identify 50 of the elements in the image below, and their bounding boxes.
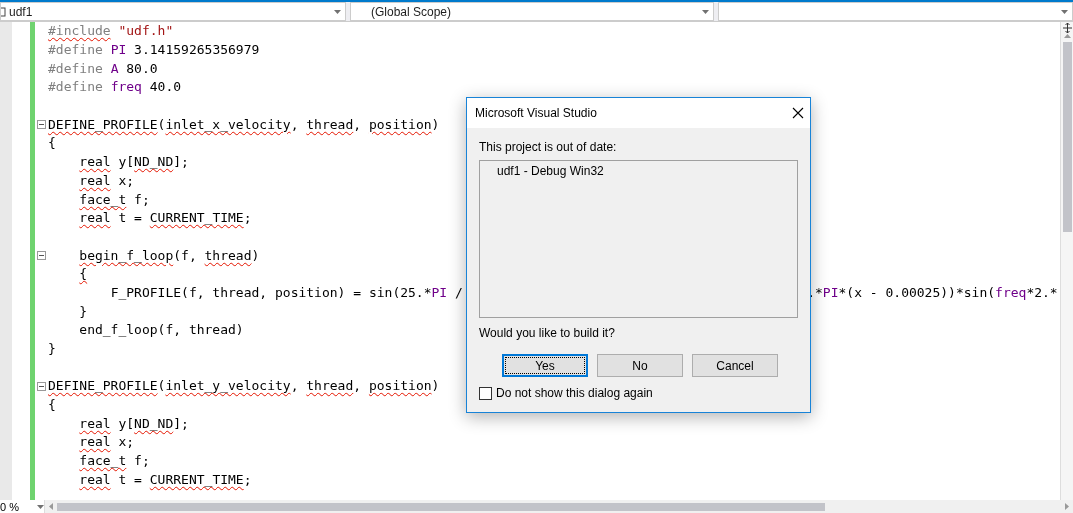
split-icon[interactable] — [1061, 22, 1073, 34]
code-line: real t = CURRENT_TIME; — [78, 209, 252, 228]
code-line: end_f_loop(f, thread) — [78, 321, 244, 340]
caret-icon — [702, 9, 709, 14]
project-dropdown[interactable]: udf1 — [0, 2, 346, 21]
code-line: begin_f_loop(f, thread) — [78, 246, 260, 265]
caret-icon — [37, 504, 44, 509]
collapse-icon[interactable] — [37, 381, 46, 391]
dialog-question: Would you like to build it? — [479, 326, 616, 340]
code-line: real x; — [78, 433, 135, 452]
code-line: real x; — [78, 171, 135, 190]
code-line: DEFINE_PROFILE(inlet_y_velocity, thread, position) — [48, 377, 440, 396]
scrollbar-thumb[interactable] — [1062, 42, 1072, 232]
code-line: face_t f; — [78, 452, 150, 471]
code-line: real t = CURRENT_TIME; — [78, 470, 252, 489]
code-line: { — [48, 134, 56, 153]
code-line: { — [48, 396, 56, 415]
up-arrow-icon[interactable] — [1063, 34, 1071, 38]
code-line: #define A 80.0 — [48, 59, 158, 78]
collapse-icon[interactable] — [37, 251, 46, 261]
dialog-message: This project is out of date: — [479, 140, 618, 154]
code-line: real y[ND_ND]; — [78, 153, 189, 172]
close-icon[interactable] — [792, 107, 804, 119]
caret-icon — [334, 9, 341, 14]
code-line: #include "udf.h" — [48, 22, 174, 41]
zoom-dropdown[interactable]: 0 % — [0, 500, 45, 513]
collapse-icon[interactable] — [37, 120, 46, 130]
code-line: } — [48, 340, 56, 359]
scope-dropdown[interactable]: (Global Scope) — [350, 2, 714, 21]
project-item[interactable]: udf1 - Debug Win32 — [497, 164, 797, 178]
dialog-button[interactable]: No — [597, 354, 683, 377]
code-line: DEFINE_PROFILE(inlet_x_velocity, thread, position) — [48, 115, 440, 134]
code-line: face_t f; — [78, 190, 150, 209]
checkbox[interactable] — [479, 386, 492, 400]
caret-icon — [1061, 9, 1068, 14]
right-arrow-icon[interactable] — [1065, 503, 1069, 510]
code-line: } — [78, 302, 88, 321]
left-arrow-icon[interactable] — [49, 503, 53, 510]
project-icon — [1, 6, 6, 17]
dialog-button[interactable]: Cancel — [692, 354, 778, 377]
checkbox-label[interactable]: Do not show this dialog again — [496, 386, 653, 400]
scrollbar-thumb[interactable] — [57, 502, 825, 511]
code-line: #define freq 40.0 — [48, 78, 182, 97]
dialog-title: Microsoft Visual Studio — [475, 106, 597, 120]
dialog-button[interactable]: Yes — [502, 354, 588, 377]
vertical-scrollbar[interactable] — [1060, 22, 1073, 500]
project-list[interactable]: udf1 - Debug Win32 — [479, 160, 798, 318]
code-line: real y[ND_ND]; — [78, 414, 189, 433]
code-line: #define PI 3.14159265356979 — [48, 41, 260, 60]
code-line: { — [78, 265, 88, 284]
